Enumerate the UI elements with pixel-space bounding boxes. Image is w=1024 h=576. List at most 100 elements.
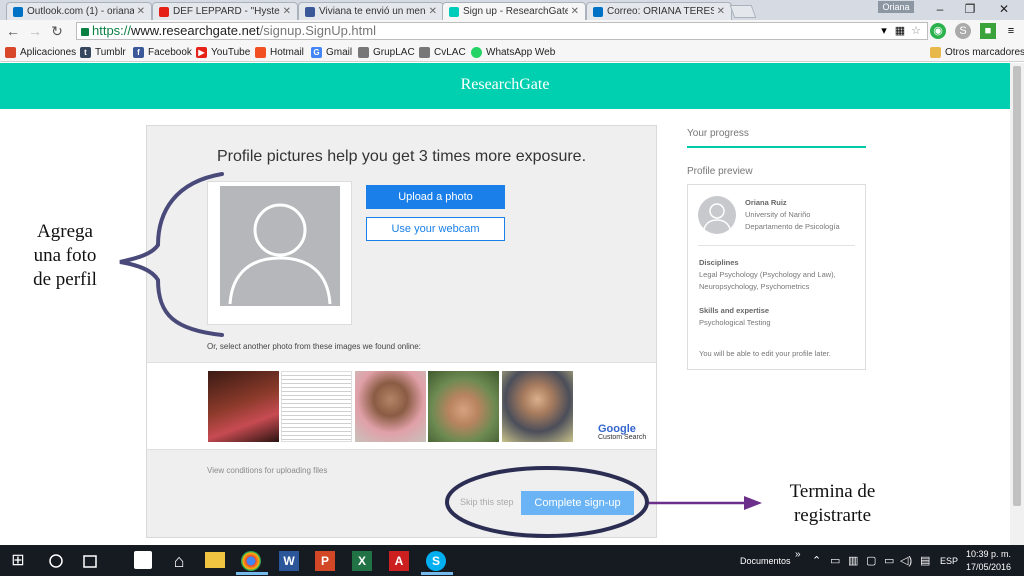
site-logo[interactable]: ResearchGate — [0, 63, 1010, 109]
profile-badge[interactable]: Oriana — [878, 1, 914, 13]
skype-icon[interactable]: S — [426, 551, 446, 571]
acrobat-icon[interactable]: A — [389, 551, 409, 571]
use-webcam-button[interactable]: Use your webcam — [366, 217, 505, 241]
online-photos-label: Or, select another photo from these imag… — [207, 342, 421, 351]
bookmark-label: Tumblr — [95, 46, 126, 58]
suggested-photo[interactable] — [281, 371, 352, 442]
upload-photo-button[interactable]: Upload a photo — [366, 185, 505, 209]
tab-outlook[interactable]: Outlook.com (1) - oriana ✕ — [6, 2, 152, 20]
close-icon[interactable]: ✕ — [717, 6, 725, 17]
site-header: ResearchGate — [0, 63, 1010, 109]
bookmark-label: Hotmail — [270, 46, 304, 58]
disciplines-heading: Disciplines — [699, 258, 739, 267]
tab-correo[interactable]: Correo: ORIANA TERESA ✕ — [586, 2, 732, 20]
custom-search-label: Custom Search — [598, 434, 647, 441]
close-icon[interactable]: ✕ — [137, 6, 145, 17]
minimize-icon[interactable]: – — [926, 1, 954, 17]
new-tab-button[interactable] — [729, 5, 757, 18]
excel-icon[interactable]: X — [352, 551, 372, 571]
battery-icon[interactable]: ▭ — [884, 554, 894, 567]
window-close-icon[interactable]: ✕ — [990, 1, 1018, 17]
language-indicator[interactable]: ESP — [940, 556, 958, 566]
annotation-finish: Termina de registrarte — [775, 480, 890, 528]
disciplines-value: Neuropsychology, Psychometrics — [699, 282, 810, 291]
whatsapp-icon — [471, 46, 482, 58]
researchgate-icon — [449, 6, 459, 17]
volume-icon[interactable]: ◁) — [900, 554, 912, 567]
file-explorer-icon[interactable] — [205, 552, 225, 568]
hotmail-icon — [255, 46, 266, 58]
chrome-icon[interactable] — [241, 551, 261, 571]
gmail-icon: G — [311, 46, 322, 58]
chevron-up-icon[interactable]: ⌃ — [812, 554, 821, 567]
skip-step-link[interactable]: Skip this step — [460, 497, 514, 507]
bookmark-youtube[interactable]: ▶ YouTube — [196, 45, 250, 59]
page-title: Profile pictures help you get 3 times mo… — [216, 148, 587, 165]
translate-icon[interactable]: ▦ — [892, 23, 908, 39]
tray-icon[interactable]: ▭ — [830, 554, 840, 567]
upload-conditions-link[interactable]: View conditions for uploading files — [207, 466, 327, 475]
tab-label: Viviana te envió un mens — [319, 6, 426, 17]
close-icon[interactable]: ✕ — [429, 6, 437, 17]
bookmark-whatsapp[interactable]: WhatsApp Web — [471, 45, 555, 59]
complete-signup-button[interactable]: Complete sign-up — [521, 491, 634, 515]
disciplines-value: Legal Psychology (Psychology and Law), — [699, 270, 836, 279]
bookmark-facebook[interactable]: f Facebook — [133, 45, 192, 59]
tab-researchgate[interactable]: Sign up - ResearchGate ✕ — [442, 2, 586, 20]
close-icon[interactable]: ✕ — [283, 6, 291, 17]
bookmark-hotmail[interactable]: Hotmail — [255, 45, 304, 59]
forward-arrow-icon[interactable]: → — [26, 22, 44, 40]
documents-toolbar[interactable]: Documentos — [740, 556, 791, 566]
word-icon[interactable]: W — [279, 551, 299, 571]
windows-start-icon[interactable]: ⊞ — [6, 551, 30, 573]
keyboard-icon[interactable]: ▤ — [920, 554, 930, 567]
apps-grid-icon — [5, 46, 16, 58]
star-icon[interactable]: ☆ — [908, 23, 924, 39]
bookmark-cvlac[interactable]: CvLAC — [419, 45, 466, 59]
back-arrow-icon[interactable]: ← — [4, 22, 22, 40]
suggested-photo[interactable] — [208, 371, 279, 442]
progress-heading: Your progress — [687, 128, 749, 139]
suggested-photo[interactable] — [355, 371, 426, 442]
scrollbar-thumb[interactable] — [1013, 66, 1021, 506]
store-icon[interactable] — [134, 551, 152, 569]
suggested-photo[interactable] — [428, 371, 499, 442]
bookmark-label: GrupLAC — [373, 46, 415, 58]
clock-time[interactable]: 10:39 p. m. — [966, 549, 1011, 559]
expand-icon[interactable]: » — [795, 549, 801, 560]
youtube-icon — [159, 6, 169, 17]
network-icon[interactable]: ▥ — [848, 554, 858, 567]
bookmark-apps[interactable]: Aplicaciones — [5, 45, 76, 59]
divider — [698, 245, 855, 246]
menu-icon[interactable]: ≡ — [1003, 23, 1019, 39]
close-icon[interactable]: ✕ — [571, 6, 579, 17]
bookmark-gruplac[interactable]: GrupLAC — [358, 45, 415, 59]
extension-green-icon[interactable]: ◉ — [930, 23, 946, 39]
address-bar[interactable]: https://www.researchgate.net/signup.Sign… — [76, 22, 928, 40]
bookmark-label: Facebook — [148, 46, 192, 58]
task-view-icon[interactable] — [78, 551, 102, 573]
skype-ext-icon[interactable]: S — [955, 23, 971, 39]
extension-box-icon[interactable]: ■ — [980, 23, 996, 39]
tab-facebook[interactable]: Viviana te envió un mens ✕ — [298, 2, 444, 20]
lock-icon — [81, 27, 89, 36]
pin-icon[interactable]: ▾ — [876, 23, 892, 39]
reload-icon[interactable]: ↻ — [48, 22, 66, 40]
search-icon[interactable] — [44, 551, 68, 573]
bookmark-label: Otros marcadores — [945, 46, 1024, 58]
folder-icon — [930, 46, 941, 58]
bookmark-label: WhatsApp Web — [486, 46, 556, 58]
restore-icon[interactable]: ❐ — [956, 1, 984, 17]
bookmark-gmail[interactable]: G Gmail — [311, 45, 352, 59]
bookmark-other[interactable]: Otros marcadores — [930, 45, 1024, 59]
bookmark-tumblr[interactable]: t Tumblr — [80, 45, 126, 59]
suggested-photo[interactable] — [502, 371, 573, 442]
bookmark-label: Aplicaciones — [20, 46, 77, 58]
tab-youtube[interactable]: DEF LEPPARD - "Hyste ✕ — [152, 2, 298, 20]
powerpoint-icon[interactable]: P — [315, 551, 335, 571]
clock-date[interactable]: 17/05/2016 — [966, 562, 1011, 572]
preview-name: Oriana Ruiz — [745, 198, 787, 207]
tray-icon[interactable]: ▢ — [866, 554, 876, 567]
home-icon[interactable]: ⌂ — [167, 551, 191, 573]
skills-value: Psychological Testing — [699, 318, 771, 327]
